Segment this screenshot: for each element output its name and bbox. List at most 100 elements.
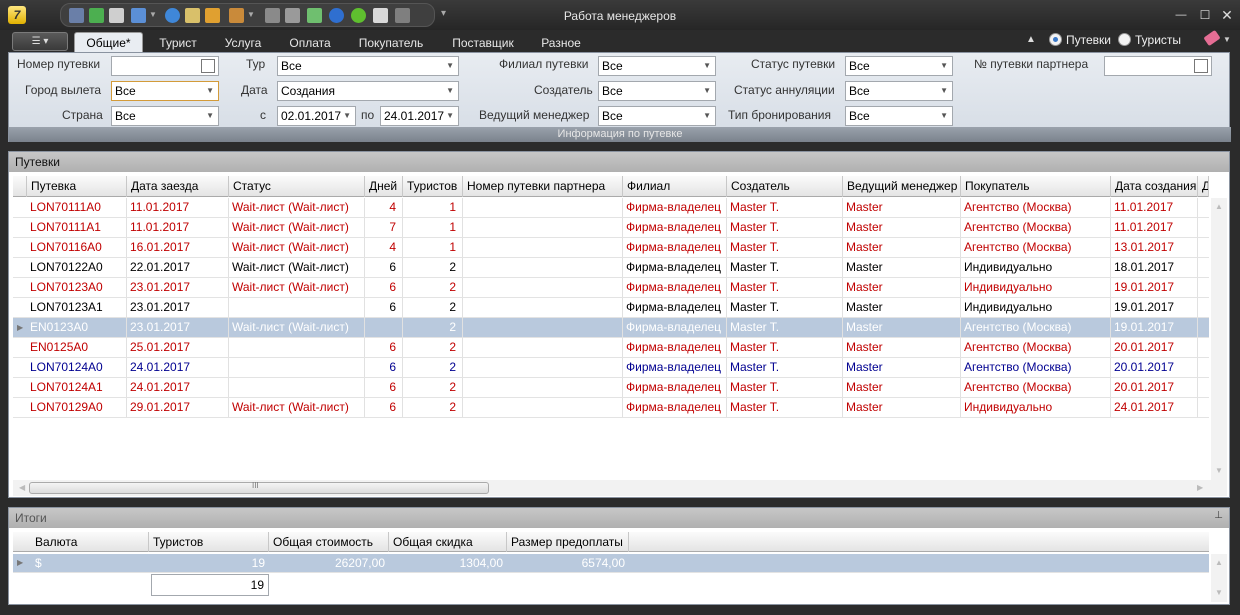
lead-manager-select[interactable]: Все ▼	[598, 106, 716, 126]
table-row[interactable]: LON70116A0 16.01.2017 Wait-лист (Wait-лист…	[13, 238, 1209, 258]
column-header-creator[interactable]: Создатель	[727, 176, 843, 197]
city-select[interactable]: Все ▼	[111, 81, 219, 101]
cell-voucher: LON70111A1	[27, 218, 127, 237]
filter-caption: Информация по путевке	[9, 127, 1231, 142]
table-row[interactable]: LON70124A0 24.01.2017 6 2 Фирма-владелец Mast…	[13, 358, 1209, 378]
totals-header-discount[interactable]: Общая скидка	[389, 532, 507, 552]
column-header-partner-no[interactable]: Номер путевки партнера	[463, 176, 623, 197]
table-row[interactable]: LON70123A1 23.01.2017 6 2 Фирма-владелец Mast…	[13, 298, 1209, 318]
close-button[interactable]: ✕	[1218, 6, 1236, 24]
scroll-down-icon[interactable]: ▼	[1215, 588, 1223, 597]
branch-select[interactable]: Все ▼	[598, 56, 716, 76]
cell-branch: Фирма-владелец	[623, 198, 727, 217]
cell-voucher: EN0125A0	[27, 338, 127, 357]
cell-branch: Фирма-владелец	[623, 398, 727, 417]
minimize-button[interactable]: —	[1172, 6, 1190, 24]
partner-no-input[interactable]	[1104, 56, 1212, 76]
column-header-created[interactable]: Дата создания	[1111, 176, 1198, 197]
cell-branch: Фирма-владелец	[623, 378, 727, 397]
scroll-down-icon[interactable]: ▼	[1215, 466, 1223, 475]
radio-tourists-label[interactable]: Туристы	[1135, 33, 1181, 47]
label-voucher-no: Номер путевки	[17, 57, 101, 71]
radio-tourists[interactable]	[1118, 33, 1131, 46]
radio-vouchers-label[interactable]: Путевки	[1066, 33, 1111, 47]
table-row[interactable]: LON70111A1 11.01.2017 Wait-лист (Wait-лист…	[13, 218, 1209, 238]
cell-buyer: Агентство (Москва)	[961, 378, 1111, 397]
vouchers-vertical-scrollbar[interactable]: ▲ ▼	[1211, 198, 1227, 480]
totals-header-cost[interactable]: Общая стоимость	[269, 532, 389, 552]
cell-lead-manager: Master	[843, 198, 961, 217]
status-select[interactable]: Все ▼	[845, 56, 953, 76]
table-row[interactable]: LON70122A0 22.01.2017 Wait-лист (Wait-лист…	[13, 258, 1209, 278]
app-menu-button[interactable]: ☰ ▾	[12, 32, 68, 51]
tab-tourist[interactable]: Турист	[150, 34, 206, 52]
cancel-status-select[interactable]: Все ▼	[845, 81, 953, 101]
totals-row[interactable]: ▶ $ 19 26207,00 1304,00 6574,00	[13, 554, 1209, 573]
cell-created: 19.01.2017	[1111, 318, 1198, 337]
column-header-status[interactable]: Статус	[229, 176, 365, 197]
country-select[interactable]: Все ▼	[111, 106, 219, 126]
vouchers-horizontal-scrollbar[interactable]: ◀ III ▶	[13, 480, 1227, 496]
date-to-input[interactable]: 24.01.2017 ▼	[380, 106, 459, 126]
scroll-right-icon[interactable]: ▶	[1197, 483, 1203, 492]
totals-header-currency[interactable]: Валюта	[31, 532, 149, 552]
column-header-d[interactable]: Д	[1198, 176, 1209, 197]
cell-days: 4	[365, 238, 403, 257]
cell-lead-manager: Master	[843, 238, 961, 257]
cell-creator: Master T.	[727, 358, 843, 377]
voucher-no-checkbox[interactable]	[201, 59, 215, 73]
cell-creator: Master T.	[727, 218, 843, 237]
table-row[interactable]: LON70123A0 23.01.2017 Wait-лист (Wait-лист…	[13, 278, 1209, 298]
creator-select[interactable]: Все ▼	[598, 81, 716, 101]
table-row[interactable]: LON70111A0 11.01.2017 Wait-лист (Wait-лист…	[13, 198, 1209, 218]
tab-general[interactable]: Общие*	[74, 32, 143, 52]
date-from-input[interactable]: 02.01.2017 ▼	[277, 106, 356, 126]
totals-vertical-scrollbar[interactable]: ▲ ▼	[1211, 554, 1227, 602]
pin-icon[interactable]: ⊥	[1214, 510, 1223, 521]
column-header-days[interactable]: Дней	[365, 176, 403, 197]
chevron-down-icon: ▼	[343, 111, 351, 120]
column-header-buyer[interactable]: Покупатель	[961, 176, 1111, 197]
scroll-thumb[interactable]: III	[29, 481, 489, 494]
scroll-left-icon[interactable]: ◀	[19, 483, 25, 492]
cell-voucher: LON70123A0	[27, 278, 127, 297]
column-header-arrival[interactable]: Дата заезда	[127, 176, 229, 197]
tab-service[interactable]: Услуга	[214, 34, 272, 52]
column-header-lead-manager[interactable]: Ведущий менеджер	[843, 176, 961, 197]
ribbon-collapse-icon[interactable]: ▲	[1026, 34, 1036, 45]
scroll-up-icon[interactable]: ▲	[1215, 558, 1223, 567]
totals-header-prepayment[interactable]: Размер предоплаты	[507, 532, 629, 552]
maximize-button[interactable]: ☐	[1196, 6, 1214, 24]
tour-select[interactable]: Все ▼	[277, 56, 459, 76]
booking-type-select[interactable]: Все ▼	[845, 106, 953, 126]
cell-voucher: EN0123A0	[27, 318, 127, 337]
tab-misc[interactable]: Разное	[532, 34, 590, 52]
tab-payment[interactable]: Оплата	[280, 34, 340, 52]
table-row[interactable]: EN0125A0 25.01.2017 6 2 Фирма-владелец Master…	[13, 338, 1209, 358]
eraser-dropdown-icon[interactable]: ▼	[1223, 35, 1231, 44]
column-header-branch[interactable]: Филиал	[623, 176, 727, 197]
cell-arrival: 25.01.2017	[127, 338, 229, 357]
filter-panel: Номер путевки Город вылета Все ▼ Страна В…	[8, 52, 1231, 142]
table-row[interactable]: ▶ EN0123A0 23.01.2017 Wait-лист (Wait-лист)…	[13, 318, 1209, 338]
label-creator: Создатель	[534, 83, 593, 97]
voucher-no-input[interactable]	[111, 56, 219, 76]
chevron-down-icon: ▼	[703, 86, 711, 95]
cell-days	[365, 318, 403, 337]
cell-buyer: Агентство (Москва)	[961, 318, 1111, 337]
column-header-tourists[interactable]: Туристов	[403, 176, 463, 197]
scroll-up-icon[interactable]: ▲	[1215, 202, 1223, 211]
cell-created: 19.01.2017	[1111, 298, 1198, 317]
row-indicator-icon: ▶	[17, 558, 24, 567]
radio-vouchers[interactable]	[1049, 33, 1062, 46]
totals-header-tourists[interactable]: Туристов	[149, 532, 269, 552]
cell-created: 18.01.2017	[1111, 258, 1198, 277]
column-header-voucher[interactable]: Путевка	[27, 176, 127, 197]
table-row[interactable]: LON70124A1 24.01.2017 6 2 Фирма-владелец Mast…	[13, 378, 1209, 398]
date-type-select[interactable]: Создания ▼	[277, 81, 459, 101]
partner-no-checkbox[interactable]	[1194, 59, 1208, 73]
cell-created: 24.01.2017	[1111, 398, 1198, 417]
tab-buyer[interactable]: Покупатель	[348, 34, 434, 52]
tab-supplier[interactable]: Поставщик	[442, 34, 524, 52]
table-row[interactable]: LON70129A0 29.01.2017 Wait-лист (Wait-лист…	[13, 398, 1209, 418]
